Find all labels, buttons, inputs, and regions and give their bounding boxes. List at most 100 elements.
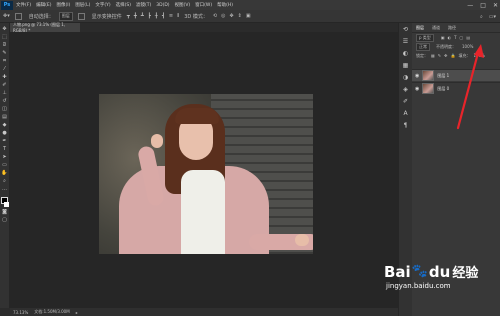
quick-select-tool-icon[interactable]: ✎	[1, 50, 8, 56]
rectangle-tool-icon[interactable]: ▭	[1, 162, 8, 168]
layer-name: 图层 1	[437, 72, 450, 78]
align-right-icon[interactable]: ┫	[162, 13, 165, 19]
baidu-jingyan-watermark: Bai 🐾 du 经验 jingyan.baidu.com	[384, 262, 494, 312]
paragraph-panel-icon[interactable]: ¶	[402, 122, 410, 130]
hand-tool-icon[interactable]: ✋	[1, 170, 8, 176]
align-left-icon[interactable]: ┣	[148, 13, 151, 19]
lock-pixels-icon[interactable]: ▦	[431, 53, 435, 58]
move-tool-icon[interactable]: ✥	[1, 26, 8, 32]
3d-mode-label: 3D 模式：	[184, 13, 208, 20]
pen-tool-icon[interactable]: ✒	[1, 138, 8, 144]
search-icon[interactable]: ⌕	[480, 14, 483, 20]
menu-window[interactable]: 窗口(W)	[195, 2, 212, 8]
tab-layers[interactable]: 图层	[416, 25, 424, 31]
history-brush-icon[interactable]: ↺	[1, 98, 8, 104]
lock-position-icon[interactable]: ✥	[444, 53, 447, 58]
show-transform-checkbox[interactable]	[77, 12, 85, 20]
filter-type-icon[interactable]: T	[454, 35, 456, 40]
fill-value[interactable]: 100%	[473, 53, 484, 58]
type-tool-icon[interactable]: T	[1, 146, 8, 152]
filter-adjustment-icon[interactable]: ◐	[448, 35, 452, 40]
swatches-panel-icon[interactable]: ▦	[402, 62, 410, 70]
menu-help[interactable]: 帮助(H)	[217, 2, 233, 8]
document-image[interactable]	[99, 94, 313, 254]
opacity-label: 不透明度：	[436, 43, 456, 49]
color-panel-icon[interactable]: ◐	[402, 50, 410, 58]
visibility-eye-icon[interactable]: ◉	[415, 86, 419, 92]
crop-tool-icon[interactable]: ⌗	[1, 58, 8, 64]
brush-tool-icon[interactable]: ✐	[1, 82, 8, 88]
menu-edit[interactable]: 编辑(E)	[36, 2, 51, 8]
background-color-swatch[interactable]	[4, 202, 9, 208]
healing-brush-icon[interactable]: ✚	[1, 74, 8, 80]
paw-icon: 🐾	[411, 264, 428, 279]
zoom-level[interactable]: 73.13%	[13, 310, 28, 315]
filter-shape-icon[interactable]: ▢	[460, 35, 464, 40]
menu-view[interactable]: 视图(V)	[175, 2, 191, 8]
tools-panel: ✥ ⬚ ᘐ ✎ ⌗ ⁄ ✚ ✐ ⊥ ↺ ◫ ▤ ◆ ● ✒ T ➤ ▭ ✋ ⌕ …	[0, 23, 10, 308]
layer-row[interactable]: ◉ 图层 1	[412, 69, 500, 81]
menu-file[interactable]: 文件(F)	[16, 2, 31, 8]
document-tab[interactable]: 人物.png @ 73.1% (图层 1, RGB/8) *	[10, 22, 80, 33]
menu-select[interactable]: 选择(S)	[116, 2, 131, 8]
status-menu-icon[interactable]: ▸	[76, 310, 78, 315]
align-bottom-icon[interactable]: ┻	[141, 13, 144, 19]
menu-layer[interactable]: 图层(L)	[75, 2, 90, 8]
marquee-tool-icon[interactable]: ⬚	[1, 34, 8, 40]
align-center-icon[interactable]: ╂	[155, 13, 158, 19]
menu-type[interactable]: 文字(Y)	[95, 2, 110, 8]
character-panel-icon[interactable]: A	[402, 110, 410, 118]
lasso-tool-icon[interactable]: ᘐ	[1, 42, 8, 48]
zoom-tool-icon[interactable]: ⌕	[1, 178, 8, 184]
visibility-eye-icon[interactable]: ◉	[415, 73, 419, 79]
eraser-tool-icon[interactable]: ◫	[1, 106, 8, 112]
auto-select-dropdown[interactable]: 图层	[58, 11, 73, 21]
show-transform-label: 显示变换控件	[91, 13, 122, 20]
layer-thumbnail	[422, 83, 435, 94]
blur-tool-icon[interactable]: ◆	[1, 122, 8, 128]
filter-pixel-icon[interactable]: ▣	[441, 35, 445, 40]
lock-paint-icon[interactable]: ✎	[438, 53, 441, 58]
lock-row: 锁定： ▦ ✎ ✥ 🔒 填充： 100%	[412, 51, 500, 60]
menu-3d[interactable]: 3D(D)	[156, 3, 169, 8]
layer-kind-dropdown[interactable]: p 类型	[416, 33, 434, 42]
opacity-value[interactable]: 100%	[462, 44, 473, 49]
minimize-button[interactable]: —	[467, 2, 473, 9]
screen-mode-icon[interactable]: ▢	[1, 217, 8, 223]
brush-panel-icon[interactable]: ✐	[402, 98, 410, 106]
tab-channels[interactable]: 通道	[432, 25, 440, 31]
layer-row[interactable]: ◉ 图层 0	[412, 82, 500, 94]
menu-image[interactable]: 图像(I)	[56, 2, 70, 8]
clone-stamp-icon[interactable]: ⊥	[1, 90, 8, 96]
auto-select-checkbox[interactable]	[14, 12, 22, 20]
dodge-tool-icon[interactable]: ●	[1, 130, 8, 136]
maximize-button[interactable]: □	[480, 2, 486, 9]
move-tool-preset-icon[interactable]: ✥▾	[3, 13, 10, 19]
distribute-h-icon[interactable]: ⦀	[177, 13, 179, 19]
filter-smart-icon[interactable]: ▤	[466, 35, 470, 40]
3d-roll-icon[interactable]: ◎	[221, 13, 225, 19]
align-top-icon[interactable]: ┳	[127, 13, 130, 19]
eyedropper-tool-icon[interactable]: ⁄	[1, 66, 8, 72]
close-window-button[interactable]: ✕	[493, 2, 498, 9]
history-panel-icon[interactable]: ⟲	[402, 26, 410, 34]
more-tools-icon[interactable]: …	[1, 186, 8, 192]
workspace-icon[interactable]: ▭▾	[489, 14, 496, 20]
3d-scale-icon[interactable]: ▣	[246, 13, 251, 19]
3d-slide-icon[interactable]: ⇕	[238, 13, 242, 19]
adjustments-panel-icon[interactable]: ◑	[402, 74, 410, 82]
blend-mode-dropdown[interactable]: 正常	[416, 42, 430, 51]
tab-paths[interactable]: 路径	[448, 25, 456, 31]
3d-rotate-icon[interactable]: ⟲	[213, 13, 217, 19]
styles-panel-icon[interactable]: ◈	[402, 86, 410, 94]
path-select-icon[interactable]: ➤	[1, 154, 8, 160]
menu-filter[interactable]: 滤镜(T)	[136, 2, 151, 8]
lock-all-icon[interactable]: 🔒	[451, 53, 456, 58]
quick-mask-icon[interactable]: ◙	[1, 209, 8, 215]
properties-panel-icon[interactable]: ☰	[402, 38, 410, 46]
align-middle-icon[interactable]: ╋	[134, 13, 137, 19]
white-sweater	[181, 170, 225, 254]
distribute-icon[interactable]: ≡	[169, 13, 173, 19]
gradient-tool-icon[interactable]: ▤	[1, 114, 8, 120]
3d-pan-icon[interactable]: ✥	[229, 13, 233, 19]
